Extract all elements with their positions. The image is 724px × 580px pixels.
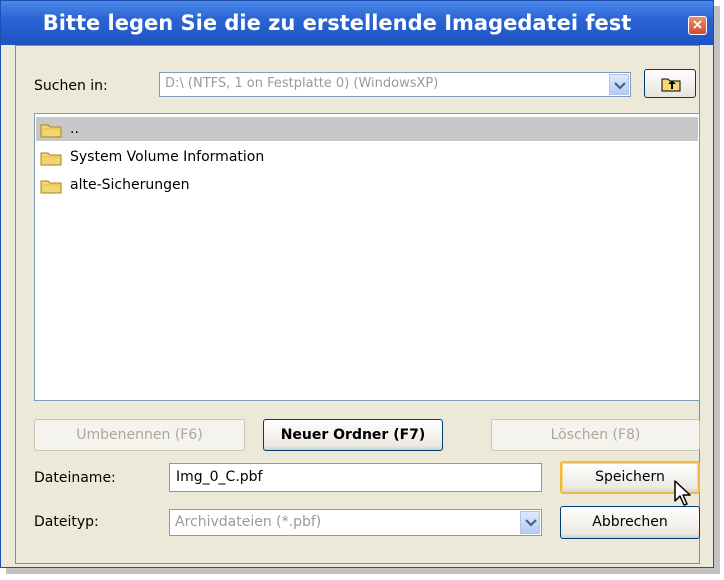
look-in-dropdown[interactable]: D:\ (NTFS, 1 on Festplatte 0) (WindowsXP… [159, 72, 631, 97]
chevron-down-icon[interactable] [609, 74, 629, 95]
filetype-dropdown[interactable]: Archivdateien (*.pbf) [169, 509, 542, 536]
close-icon: × [691, 17, 704, 33]
list-item-name: System Volume Information [70, 149, 265, 165]
close-button[interactable]: × [688, 16, 707, 35]
save-image-dialog: Bitte legen Sie die zu erstellende Image… [0, 0, 714, 568]
folder-up-icon [661, 78, 681, 92]
look-in-label: Suchen in: [34, 78, 108, 94]
up-one-level-button[interactable] [644, 69, 696, 98]
new-folder-button[interactable]: Neuer Ordner (F7) [263, 419, 443, 451]
folder-icon [40, 124, 62, 138]
delete-button[interactable]: Löschen (F8) [491, 419, 700, 451]
cancel-button[interactable]: Abbrechen [560, 506, 700, 539]
folder-icon [40, 180, 62, 194]
dialog-title: Bitte legen Sie die zu erstellende Image… [42, 11, 632, 35]
filename-label: Dateiname: [34, 470, 116, 486]
file-list[interactable]: .. System Volume Information alte-Sicher… [34, 113, 700, 401]
mouse-cursor-icon [674, 480, 691, 506]
filetype-label: Dateityp: [34, 514, 99, 530]
chevron-down-icon[interactable] [520, 511, 540, 534]
list-item[interactable]: .. [36, 117, 698, 141]
filetype-value: Archivdateien (*.pbf) [175, 514, 322, 530]
list-item[interactable]: alte-Sicherungen [36, 173, 698, 197]
folder-icon [40, 152, 62, 166]
list-item[interactable]: System Volume Information [36, 145, 698, 169]
list-item-name: alte-Sicherungen [70, 177, 190, 193]
filename-field[interactable]: Img_0_C.pbf [169, 463, 542, 492]
list-item-name: .. [70, 121, 79, 137]
look-in-value: D:\ (NTFS, 1 on Festplatte 0) (WindowsXP… [165, 76, 439, 91]
title-bar[interactable]: Bitte legen Sie die zu erstellende Image… [1, 1, 713, 45]
rename-button[interactable]: Umbenennen (F6) [34, 419, 245, 451]
